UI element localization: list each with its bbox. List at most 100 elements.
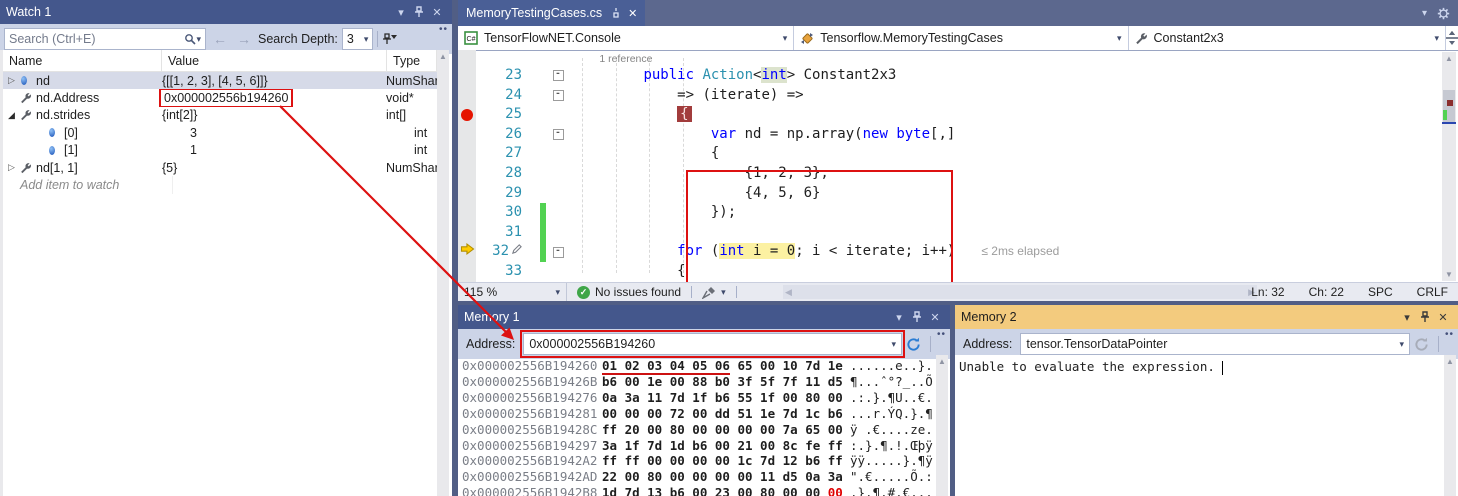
fold-margin[interactable]: [550, 223, 566, 243]
close-icon[interactable]: ✕: [1434, 309, 1452, 325]
code-line[interactable]: 26- var nd = np.array(new byte[,]: [458, 125, 1458, 145]
forward-arrow-icon[interactable]: →: [234, 31, 254, 47]
column-header-value[interactable]: Value: [162, 50, 387, 71]
editor-vscrollbar[interactable]: ▲ ▼: [1442, 52, 1456, 281]
class-dropdown[interactable]: Tensorflow.MemoryTestingCases ▾: [794, 26, 1128, 50]
gear-icon[interactable]: [1437, 7, 1450, 20]
memory2-title-bar[interactable]: Memory 2 ▾ ✕: [955, 305, 1458, 329]
breakpoint-margin[interactable]: [458, 144, 476, 164]
breakpoint-margin[interactable]: [458, 242, 476, 262]
code-line[interactable]: 28 {1, 2, 3},: [458, 164, 1458, 184]
memory-row[interactable]: 0x000002556B1942B81d 7d 13 b6 00 23 00 8…: [462, 485, 936, 496]
memory2-message-area[interactable]: Unable to evaluate the expression.: [955, 355, 1444, 496]
breakpoint-icon[interactable]: [461, 109, 473, 121]
search-icon[interactable]: [184, 33, 196, 45]
editor-hscrollbar[interactable]: ◀▶: [783, 285, 1257, 299]
status-spaces[interactable]: SPC: [1368, 285, 1393, 299]
fold-margin[interactable]: [550, 203, 566, 223]
code-line[interactable]: 24- => (iterate) =>: [458, 86, 1458, 106]
watch-scrollbar[interactable]: ▲: [437, 50, 449, 496]
watch-row[interactable]: ▷nd[1, 1]{5}NumShar...: [3, 159, 437, 176]
close-icon[interactable]: ✕: [926, 309, 944, 325]
code-line[interactable]: 32- for (int i = 0; i < iterate; i++)≤ 2…: [458, 242, 1458, 262]
fold-margin[interactable]: [550, 164, 566, 184]
search-caret-icon[interactable]: ▾: [196, 34, 201, 45]
chevron-down-icon[interactable]: ▾: [1399, 339, 1404, 350]
code-line[interactable]: 23- public Action<int> Constant2x3: [458, 66, 1458, 86]
watch-row[interactable]: ◢nd.strides{int[2]}int[]: [3, 107, 437, 124]
fold-margin[interactable]: -: [550, 125, 566, 145]
pin-icon[interactable]: [1416, 309, 1434, 325]
watch-row[interactable]: nd.Address0x000002556b194260void*: [3, 89, 437, 106]
perf-tip[interactable]: ≤ 2ms elapsed: [981, 244, 1059, 258]
memory1-hex-view[interactable]: 0x000002556B19426001 02 03 04 05 06 65 0…: [458, 355, 936, 496]
toolbar-overflow-icon[interactable]: ••: [439, 26, 448, 34]
pin-icon[interactable]: [410, 4, 428, 20]
breakpoint-margin[interactable]: [458, 105, 476, 125]
breakpoint-margin[interactable]: [458, 66, 476, 86]
memory1-scrollbar[interactable]: ▲: [936, 355, 948, 496]
memory1-title-bar[interactable]: Memory 1 ▾ ✕: [458, 305, 950, 329]
watch-title-bar[interactable]: Watch 1 ▾ ✕: [0, 0, 452, 24]
code-line[interactable]: 31: [458, 223, 1458, 243]
code-line[interactable]: 27 {: [458, 144, 1458, 164]
search-depth-dropdown[interactable]: 3 ▾: [342, 28, 373, 50]
tab-close-icon[interactable]: ✕: [628, 7, 637, 20]
pin-icon[interactable]: [908, 309, 926, 325]
codelens-references[interactable]: 1 reference: [599, 53, 652, 65]
project-dropdown[interactable]: C# TensorFlowNET.Console ▾: [458, 26, 794, 50]
close-icon[interactable]: ✕: [428, 4, 446, 20]
fold-margin[interactable]: -: [550, 66, 566, 86]
tab-pin-icon[interactable]: [609, 8, 621, 18]
collapse-icon[interactable]: -: [553, 247, 564, 258]
breakpoint-margin[interactable]: [458, 184, 476, 204]
memory-row[interactable]: 0x000002556B19428100 00 00 72 00 dd 51 1…: [462, 406, 936, 422]
memory-row[interactable]: 0x000002556B1942973a 1f 7d 1d b6 00 21 0…: [462, 438, 936, 454]
breakpoint-margin[interactable]: [458, 86, 476, 106]
split-editor-button[interactable]: [1446, 26, 1458, 50]
expander-collapsed-icon[interactable]: ▷: [5, 75, 18, 86]
window-menu-icon[interactable]: ▾: [890, 309, 908, 325]
collapse-icon[interactable]: -: [553, 90, 564, 101]
issues-indicator[interactable]: ✓ No issues found: [567, 285, 691, 299]
memory2-address-input[interactable]: tensor.TensorDataPointer ▾: [1020, 333, 1410, 355]
breakpoint-margin[interactable]: [458, 262, 476, 282]
window-menu-icon[interactable]: ▾: [392, 4, 410, 20]
fold-margin[interactable]: -: [550, 86, 566, 106]
fold-margin[interactable]: -: [550, 242, 566, 262]
memory-row[interactable]: 0x000002556B19426Bb6 00 1e 00 88 b0 3f 5…: [462, 374, 936, 390]
code-cleanup-button[interactable]: ▾: [692, 286, 736, 299]
zoom-dropdown[interactable]: 115 % ▾: [458, 283, 567, 301]
window-menu-icon[interactable]: ▾: [1398, 309, 1416, 325]
collapse-icon[interactable]: -: [553, 70, 564, 81]
memory1-address-input[interactable]: 0x000002556B194260 ▾: [523, 333, 902, 355]
tab-memorytestingcases[interactable]: MemoryTestingCases.cs ✕: [458, 0, 645, 26]
memory-row[interactable]: 0x000002556B1942AD22 00 80 00 00 00 00 1…: [462, 469, 936, 485]
breakpoint-margin[interactable]: [458, 125, 476, 145]
search-input[interactable]: Search (Ctrl+E) ▾: [4, 28, 206, 50]
watch-row[interactable]: [0]3int: [3, 124, 437, 141]
member-dropdown[interactable]: Constant2x3 ▾: [1129, 26, 1446, 50]
code-line[interactable]: 30 });: [458, 203, 1458, 223]
memory2-scrollbar[interactable]: ▲: [1444, 355, 1456, 496]
memory-row[interactable]: 0x000002556B19428Cff 20 00 80 00 00 00 0…: [462, 422, 936, 438]
breakpoint-margin[interactable]: [458, 203, 476, 223]
watch-add-row[interactable]: Add item to watch: [3, 176, 437, 193]
refresh-icon[interactable]: [906, 337, 926, 352]
pin-filter-icon[interactable]: [382, 32, 397, 46]
memory-row[interactable]: 0x000002556B19426001 02 03 04 05 06 65 0…: [462, 358, 936, 374]
toolbar-overflow-icon[interactable]: ••: [1445, 331, 1454, 339]
fold-margin[interactable]: [550, 262, 566, 282]
column-header-type[interactable]: Type: [387, 50, 437, 71]
fold-margin[interactable]: [550, 184, 566, 204]
expander-expanded-icon[interactable]: ◢: [5, 110, 18, 121]
breakpoint-margin[interactable]: [458, 223, 476, 243]
memory-row[interactable]: 0x000002556B1942760a 3a 11 7d 1f b6 55 1…: [462, 390, 936, 406]
memory-row[interactable]: 0x000002556B1942A2ff ff 00 00 00 00 1c 7…: [462, 453, 936, 469]
collapse-icon[interactable]: -: [553, 129, 564, 140]
expander-collapsed-icon[interactable]: ▷: [5, 162, 18, 173]
toolbar-overflow-icon[interactable]: ••: [937, 331, 946, 339]
code-line[interactable]: 29 {4, 5, 6}: [458, 184, 1458, 204]
code-line[interactable]: 33 {: [458, 262, 1458, 282]
code-area[interactable]: 1 reference23- public Action<int> Consta…: [458, 50, 1458, 283]
